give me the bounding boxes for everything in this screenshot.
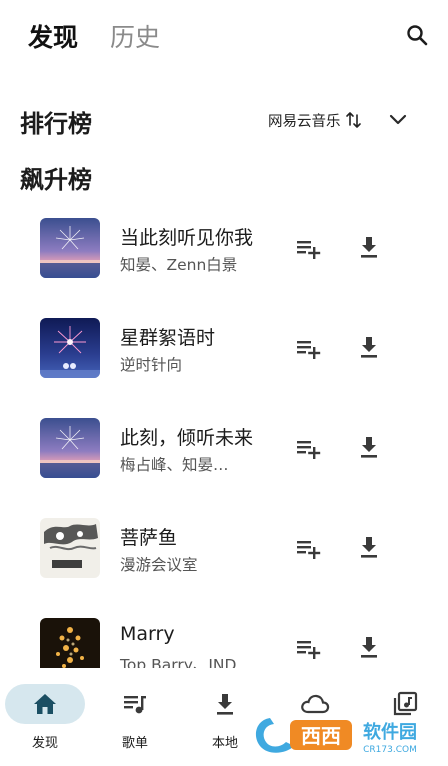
nav-item-playlists[interactable]: 歌单 xyxy=(90,675,170,766)
album-cover xyxy=(40,618,100,668)
add-to-playlist-button[interactable] xyxy=(294,535,322,563)
download-icon xyxy=(361,337,377,358)
song-row[interactable]: 当此刻听见你我 知晏、Zenn白景 xyxy=(0,203,448,293)
nav-icon-wrap xyxy=(95,684,175,724)
download-button[interactable] xyxy=(355,233,383,261)
tab-discover[interactable]: 发现 xyxy=(28,18,78,54)
svg-text:CR173.COM: CR173.COM xyxy=(363,745,417,755)
download-icon xyxy=(361,237,377,258)
source-label: 网易云音乐 xyxy=(268,113,341,130)
playlist-add-icon xyxy=(297,341,321,359)
nav-label: 发现 xyxy=(31,736,58,751)
song-title: 菩萨鱼 xyxy=(120,527,178,549)
song-row[interactable]: 菩萨鱼 漫游会议室 xyxy=(0,503,448,593)
playlist-add-icon xyxy=(297,441,321,459)
ranking-title: 排行榜 xyxy=(20,110,92,138)
song-artist: Top Barry、IND… xyxy=(120,656,252,668)
nav-item-discover[interactable]: 发现 xyxy=(0,675,85,766)
svg-text:软件园: 软件园 xyxy=(363,721,417,743)
download-icon xyxy=(361,437,377,458)
nav-label: 歌单 xyxy=(121,736,148,751)
song-title: 此刻，倾听未来 xyxy=(120,427,254,449)
playlist-add-icon xyxy=(297,541,321,559)
nav-item-local[interactable]: 本地 xyxy=(180,675,260,766)
song-artist: 逆时针向 xyxy=(120,356,183,374)
chart-name: 飙升榜 xyxy=(20,166,92,194)
playlist-add-icon xyxy=(297,641,321,659)
add-to-playlist-button[interactable] xyxy=(294,435,322,463)
source-selector[interactable]: 网易云音乐 xyxy=(268,108,363,132)
album-cover xyxy=(40,418,100,478)
home-icon xyxy=(34,694,56,714)
song-title: 当此刻听见你我 xyxy=(120,227,254,249)
watermark-logo: 西西 软件园 CR173.COM xyxy=(250,712,430,758)
album-cover xyxy=(40,518,100,578)
search-icon xyxy=(407,25,428,46)
song-title: Marry xyxy=(120,623,175,645)
song-title: 星群絮语时 xyxy=(120,327,216,349)
queue-music-icon xyxy=(124,696,146,714)
song-artist: 梅占峰、知晏… xyxy=(120,456,229,474)
song-artist: 漫游会议室 xyxy=(120,556,198,574)
add-to-playlist-button[interactable] xyxy=(294,235,322,263)
download-icon xyxy=(217,694,233,715)
download-icon xyxy=(361,637,377,658)
download-button[interactable] xyxy=(355,533,383,561)
top-tabs: 发现 历史 xyxy=(0,0,448,70)
tab-history[interactable]: 历史 xyxy=(110,18,160,54)
nav-active-indicator xyxy=(5,684,85,724)
download-icon xyxy=(361,537,377,558)
swap-vert-icon xyxy=(345,112,361,128)
album-cover xyxy=(40,318,100,378)
svg-text:西西: 西西 xyxy=(301,724,341,748)
song-row[interactable]: Marry Top Barry、IND… xyxy=(0,603,448,668)
song-row[interactable]: 此刻，倾听未来 梅占峰、知晏… xyxy=(0,403,448,493)
search-button[interactable] xyxy=(400,18,434,52)
download-button[interactable] xyxy=(355,433,383,461)
song-row[interactable]: 星群絮语时 逆时针向 xyxy=(0,303,448,393)
add-to-playlist-button[interactable] xyxy=(294,335,322,363)
download-button[interactable] xyxy=(355,333,383,361)
playlist-add-icon xyxy=(297,241,321,259)
album-cover xyxy=(40,218,100,278)
song-list[interactable]: 当此刻听见你我 知晏、Zenn白景 星群絮语时 逆时针向 此刻，倾听未来 梅占峰… xyxy=(0,203,448,668)
add-to-playlist-button[interactable] xyxy=(294,635,322,663)
chevron-down-icon xyxy=(389,114,407,125)
download-button[interactable] xyxy=(355,633,383,661)
ranking-header: 排行榜 网易云音乐 xyxy=(0,100,448,140)
expand-button[interactable] xyxy=(384,106,412,134)
song-artist: 知晏、Zenn白景 xyxy=(120,256,238,274)
